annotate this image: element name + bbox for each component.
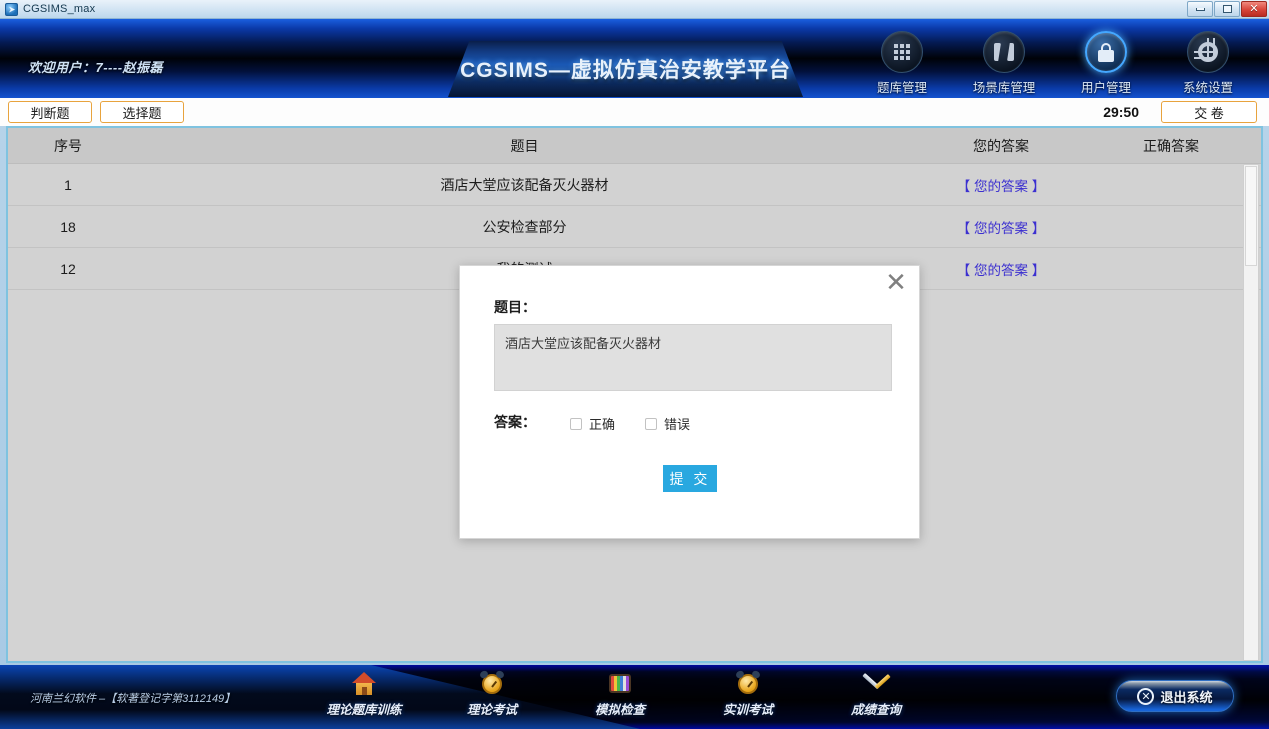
question-dialog: ✕ 题目： 酒店大堂应该配备灭火器材 答案： 正确 错误 提 交 — [459, 265, 920, 539]
cell-your-answer[interactable]: 【 您的答案 】 — [921, 217, 1081, 237]
bottom-nav-label-mock-inspection: 模拟检查 — [595, 699, 645, 718]
close-icon[interactable]: ✕ — [883, 271, 909, 297]
cell-question: 公安检查部分 — [128, 217, 921, 237]
cell-question: 酒店大堂应该配备灭火器材 — [128, 175, 921, 195]
bottom-bar: 河南兰幻软件 –【软著登记字第3112149】 理论题库训练 理论考试 模拟检查… — [0, 665, 1269, 729]
window-title: CGSIMS_max — [23, 3, 95, 15]
exit-system-label: 退出系统 — [1160, 687, 1212, 706]
tools-icon — [863, 670, 889, 696]
column-header-question: 题目 — [128, 136, 921, 156]
dialog-question-text: 酒店大堂应该配备灭火器材 — [494, 324, 892, 391]
bottom-nav-mock-inspection[interactable]: 模拟检查 — [556, 670, 684, 728]
nav-label-scene-bank: 场景库管理 — [973, 77, 1036, 96]
bottom-nav-label-score-query: 成绩查询 — [851, 699, 901, 718]
bottom-nav-label-theory-training: 理论题库训练 — [326, 699, 401, 718]
maximize-button[interactable] — [1214, 1, 1240, 17]
nav-item-scene-bank[interactable]: 场景库管理 — [953, 31, 1055, 96]
lock-icon — [1098, 43, 1114, 62]
bottom-nav-label-theory-exam: 理论考试 — [467, 699, 517, 718]
app-title: CGSIMS—虚拟仿真治安教学平台 — [460, 54, 791, 84]
nav-item-user-management[interactable]: 用户管理 — [1055, 31, 1157, 96]
app-title-banner: CGSIMS—虚拟仿真治安教学平台 — [448, 41, 803, 97]
nav-icon-wrap — [881, 31, 923, 73]
cell-no: 1 — [8, 177, 128, 193]
option-false-label: 错误 — [664, 414, 690, 433]
close-circle-icon: ✕ — [1137, 688, 1154, 705]
scrollbar-thumb[interactable] — [1245, 166, 1257, 266]
cell-your-answer[interactable]: 【 您的答案 】 — [921, 175, 1081, 195]
copyright-text: 河南兰幻软件 –【软著登记字第3112149】 — [30, 690, 235, 706]
scene-icon — [994, 43, 1014, 61]
nav-item-question-bank[interactable]: 题库管理 — [851, 31, 953, 96]
close-button[interactable]: ✕ — [1241, 1, 1267, 17]
column-header-correct-answer: 正确答案 — [1081, 136, 1261, 156]
welcome-user-text: 欢迎用户：7----赵振磊 — [28, 57, 163, 76]
window-title-bar: CGSIMS_max ✕ — [0, 0, 1269, 19]
bottom-nav: 理论题库训练 理论考试 模拟检查 实训考试 成绩查询 — [300, 670, 940, 728]
tab-true-false[interactable]: 判断题 — [8, 101, 92, 123]
checkbox-true[interactable] — [570, 418, 582, 430]
close-icon: ✕ — [1249, 4, 1258, 14]
bottom-nav-score-query[interactable]: 成绩查询 — [812, 670, 940, 728]
option-true[interactable]: 正确 — [570, 414, 615, 433]
header-nav: 题库管理 场景库管理 用户管理 系统设置 — [851, 31, 1259, 96]
vertical-scrollbar[interactable] — [1243, 164, 1259, 661]
nav-icon-wrap — [1187, 31, 1229, 73]
nav-label-question-bank: 题库管理 — [877, 77, 927, 96]
nav-icon-wrap-active — [1085, 31, 1127, 73]
option-true-label: 正确 — [589, 414, 615, 433]
table-header: 序号 题目 您的答案 正确答案 — [8, 128, 1261, 164]
nav-icon-wrap — [983, 31, 1025, 73]
column-header-no: 序号 — [8, 136, 128, 156]
option-false[interactable]: 错误 — [645, 414, 690, 433]
bottom-nav-theory-exam[interactable]: 理论考试 — [428, 670, 556, 728]
cell-your-answer[interactable]: 【 您的答案 】 — [921, 259, 1081, 279]
table-row[interactable]: 1 酒店大堂应该配备灭火器材 【 您的答案 】 — [8, 164, 1261, 206]
bottom-nav-practical-exam[interactable]: 实训考试 — [684, 670, 812, 728]
app-header: 欢迎用户：7----赵振磊 CGSIMS—虚拟仿真治安教学平台 题库管理 场景库… — [0, 19, 1269, 98]
bottom-nav-theory-training[interactable]: 理论题库训练 — [300, 670, 428, 728]
checkbox-false[interactable] — [645, 418, 657, 430]
cell-no: 18 — [8, 219, 128, 235]
countdown-timer: 29:50 — [1103, 104, 1139, 120]
clock-icon — [736, 670, 760, 696]
application-window: CGSIMS_max ✕ 欢迎用户：7----赵振磊 CGSIMS—虚拟仿真治安… — [0, 0, 1269, 729]
nav-label-system-settings: 系统设置 — [1183, 77, 1233, 96]
submit-exam-button[interactable]: 交 卷 — [1161, 101, 1257, 123]
bottom-nav-label-practical-exam: 实训考试 — [723, 699, 773, 718]
dialog-question-label: 题目： — [494, 297, 536, 317]
dialog-answer-label: 答案： — [494, 412, 536, 432]
exit-system-button[interactable]: ✕ 退出系统 — [1116, 680, 1234, 712]
grid-icon — [894, 44, 910, 60]
cell-no: 12 — [8, 261, 128, 277]
dialog-submit-button[interactable]: 提 交 — [663, 465, 717, 492]
nav-item-system-settings[interactable]: 系统设置 — [1157, 31, 1259, 96]
minimize-button[interactable] — [1187, 1, 1213, 17]
house-icon — [352, 670, 376, 696]
app-icon — [5, 3, 18, 16]
window-controls: ✕ — [1187, 1, 1267, 17]
toolbar: 判断题 选择题 29:50 交 卷 — [0, 98, 1269, 126]
nav-label-user-management: 用户管理 — [1081, 77, 1131, 96]
gear-icon — [1198, 42, 1218, 62]
clock-icon — [480, 670, 504, 696]
table-row[interactable]: 18 公安检查部分 【 您的答案 】 — [8, 206, 1261, 248]
tab-multiple-choice[interactable]: 选择题 — [100, 101, 184, 123]
column-header-your-answer: 您的答案 — [921, 136, 1081, 156]
tv-icon — [608, 670, 632, 696]
